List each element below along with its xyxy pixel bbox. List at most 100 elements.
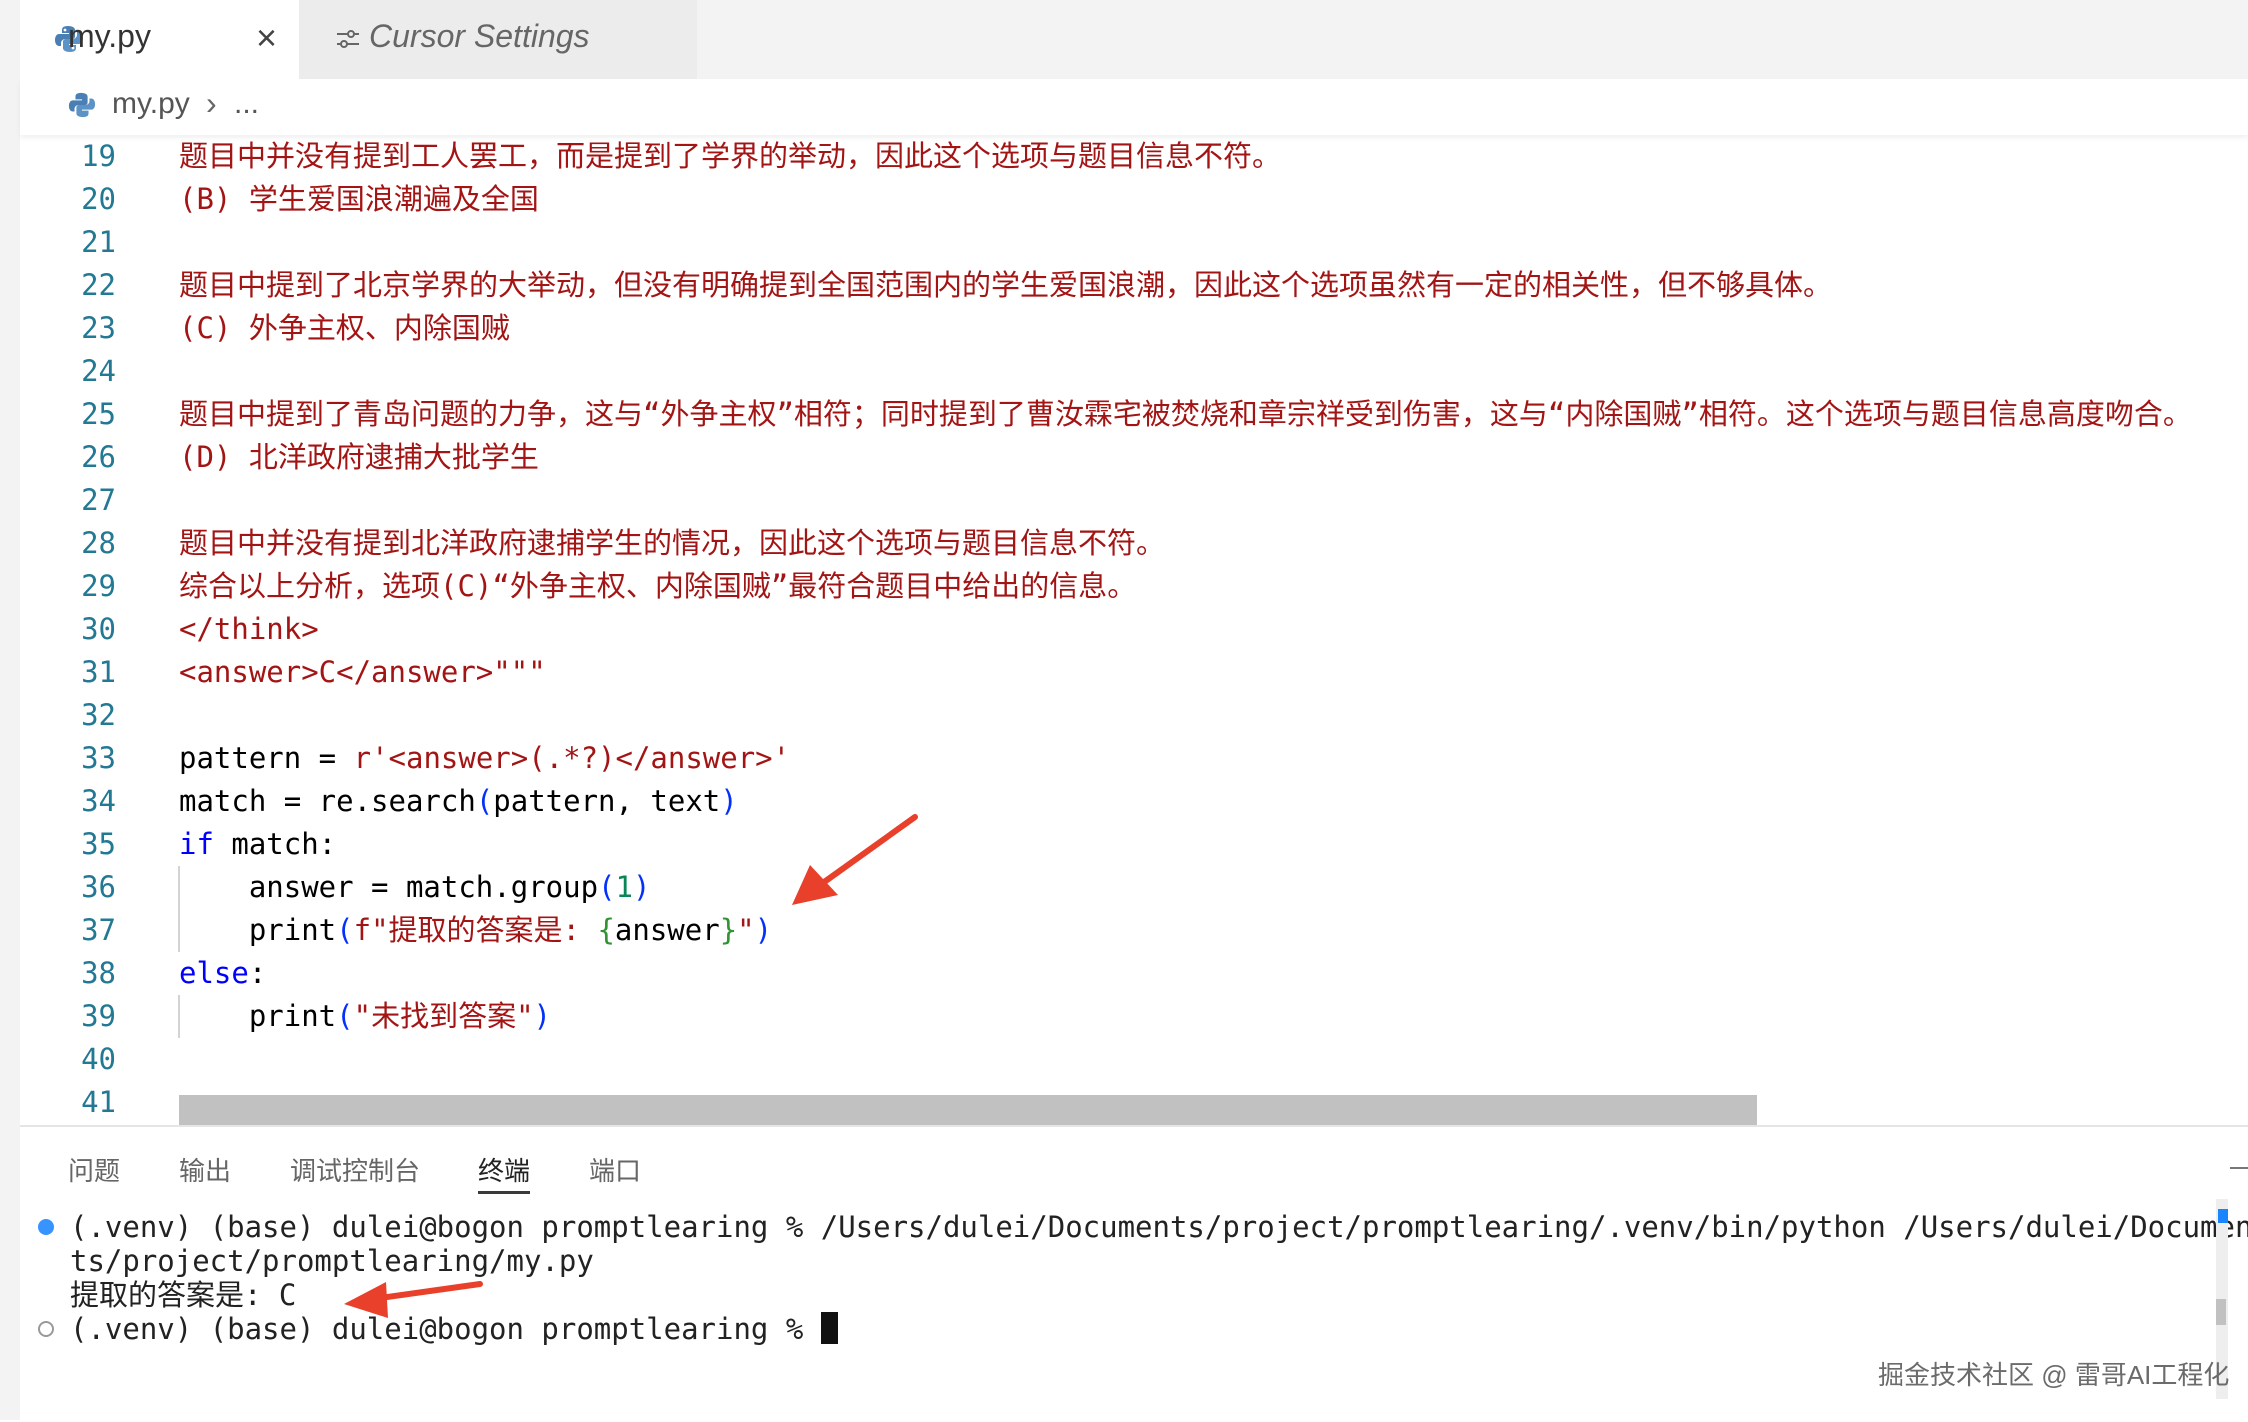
- command-success-dot-icon[interactable]: [38, 1219, 54, 1235]
- line-number: 33: [81, 741, 116, 775]
- line-number: 26: [81, 440, 116, 474]
- code-token: 1: [615, 870, 633, 904]
- line-number: 30: [81, 612, 116, 646]
- tab-my-py[interactable]: my.py ×: [20, 0, 299, 79]
- horizontal-scrollbar[interactable]: [179, 1095, 1757, 1125]
- line-number: 20: [81, 182, 116, 216]
- tab-terminal[interactable]: 终端: [478, 1151, 531, 1194]
- scrollbar-thumb[interactable]: [2216, 1299, 2226, 1325]
- code-line: 34 match = re.search(pattern, text): [20, 780, 2248, 823]
- code-token: }: [719, 913, 738, 947]
- line-number: 31: [81, 655, 116, 689]
- tab-problems[interactable]: 问题: [68, 1151, 120, 1191]
- line-number: 32: [81, 698, 116, 732]
- code-token: print: [179, 999, 337, 1033]
- terminal-output: 提取的答案是: C: [70, 1278, 297, 1312]
- code-line: 33 pattern = r'<answer>(.*?)</answer>': [20, 737, 2248, 780]
- code-token: print: [179, 913, 337, 947]
- code-token: match = re.search: [179, 784, 476, 818]
- command-pending-dot-icon: [38, 1321, 54, 1337]
- code-line: 38 else:: [20, 952, 2248, 995]
- watermark: 掘金技术社区 @ 雷哥AI工程化: [1878, 1360, 2230, 1390]
- code-line: 22 题目中提到了北京学界的大举动，但没有明确提到全国范围内的学生爱国浪潮，因此…: [20, 264, 2248, 307]
- breadcrumb-more[interactable]: ...: [234, 87, 259, 121]
- code-text: if match:: [179, 823, 336, 866]
- code-token: else: [179, 956, 249, 990]
- code-text: else:: [179, 952, 266, 995]
- line-number: 21: [81, 225, 116, 259]
- code-token: answer: [614, 913, 720, 947]
- editor-tab-bar: my.py × Cursor Settings: [20, 0, 2248, 79]
- python-icon: [68, 92, 96, 118]
- line-number: 38: [81, 956, 116, 990]
- chevron-right-icon: ›: [206, 85, 217, 121]
- code-token: f"提取的答案是:: [353, 913, 598, 947]
- code-token: ": [737, 913, 755, 947]
- line-number: 40: [81, 1042, 116, 1076]
- line-number: 34: [81, 784, 116, 818]
- line-number: 23: [81, 311, 116, 345]
- code-text: print(f"提取的答案是: {answer}"): [179, 909, 772, 952]
- code-line: 27: [20, 479, 2248, 522]
- code-text: <answer>C</answer>""": [179, 655, 546, 689]
- line-number: 41: [81, 1085, 116, 1119]
- code-token: (: [336, 999, 354, 1033]
- code-text: pattern = r'<answer>(.*?)</answer>': [179, 737, 790, 780]
- code-token: answer = match.group: [179, 870, 599, 904]
- code-text: answer = match.group(1): [179, 866, 651, 909]
- breadcrumb-file[interactable]: my.py: [112, 87, 190, 121]
- code-text: 题目中并没有提到北洋政府逮捕学生的情况，因此这个选项与题目信息不符。: [179, 526, 1166, 560]
- terminal-cursor: [820, 1312, 838, 1344]
- line-number: 25: [81, 397, 116, 431]
- code-line: 20 (B) 学生爱国浪潮遍及全国: [20, 178, 2248, 221]
- code-line: 23 (C) 外争主权、内除国贼: [20, 307, 2248, 350]
- tab-label: my.py: [68, 18, 151, 54]
- left-edge-strip: [0, 0, 20, 1420]
- code-token: ): [533, 999, 551, 1033]
- code-text: 题目中并没有提到工人罢工，而是提到了学界的举动，因此这个选项与题目信息不符。: [179, 139, 1282, 173]
- code-text: (D) 北洋政府逮捕大批学生: [179, 440, 539, 474]
- code-line: 26 (D) 北洋政府逮捕大批学生: [20, 436, 2248, 479]
- code-line: 24: [20, 350, 2248, 393]
- code-line: 35 if match:: [20, 823, 2248, 866]
- tab-output[interactable]: 输出: [179, 1151, 231, 1191]
- code-text: (C) 外争主权、内除国贼: [179, 311, 510, 345]
- line-number: 27: [81, 483, 116, 517]
- code-editor[interactable]: 19 题目中并没有提到工人罢工，而是提到了学界的举动，因此这个选项与题目信息不符…: [20, 135, 2248, 1125]
- close-icon[interactable]: ×: [256, 20, 277, 56]
- code-text: 题目中提到了北京学界的大举动，但没有明确提到全国范围内的学生爱国浪潮，因此这个选…: [179, 268, 1833, 302]
- code-token: "未找到答案": [353, 999, 534, 1033]
- code-token: pattern: [179, 741, 302, 775]
- tab-cursor-settings[interactable]: Cursor Settings: [299, 0, 697, 79]
- annotation-arrow-icon: [792, 814, 918, 905]
- tab-debug-console[interactable]: 调试控制台: [290, 1151, 420, 1191]
- terminal-line: ts/project/promptlearing/my.py: [70, 1244, 594, 1278]
- indent-guide: [178, 866, 180, 952]
- code-line: 21: [20, 221, 2248, 264]
- annotation-arrow-icon: [344, 1281, 483, 1318]
- code-token: pattern, text: [493, 784, 721, 818]
- code-line: 40: [20, 1038, 2248, 1081]
- settings-sliders-icon: [337, 30, 359, 48]
- code-line: 32: [20, 694, 2248, 737]
- code-line: 36 answer = match.group(1): [20, 866, 2248, 909]
- line-number: 36: [81, 870, 116, 904]
- code-line: 31 <answer>C</answer>""": [20, 651, 2248, 694]
- code-text: match = re.search(pattern, text): [179, 780, 738, 823]
- line-number: 22: [81, 268, 116, 302]
- tab-ports[interactable]: 端口: [589, 1151, 641, 1191]
- code-token: (: [475, 784, 494, 818]
- line-number: 35: [81, 827, 116, 861]
- line-number: 29: [81, 569, 116, 603]
- code-line: 37 print(f"提取的答案是: {answer}"): [20, 909, 2248, 952]
- code-text: </think>: [179, 612, 319, 646]
- code-text: print("未找到答案"): [179, 995, 551, 1038]
- code-line: 19 题目中并没有提到工人罢工，而是提到了学界的举动，因此这个选项与题目信息不符…: [20, 135, 2248, 178]
- panel-minimize-icon[interactable]: [2230, 1167, 2248, 1169]
- code-token: r'<answer>(.*?)</answer>': [353, 741, 791, 775]
- code-line: 30 </think>: [20, 608, 2248, 651]
- code-token: if: [179, 827, 214, 861]
- code-text: (B) 学生爱国浪潮遍及全国: [179, 182, 539, 216]
- terminal-line: (.venv) (base) dulei@bogon promptlearing…: [70, 1210, 2248, 1244]
- line-number: 24: [81, 354, 116, 388]
